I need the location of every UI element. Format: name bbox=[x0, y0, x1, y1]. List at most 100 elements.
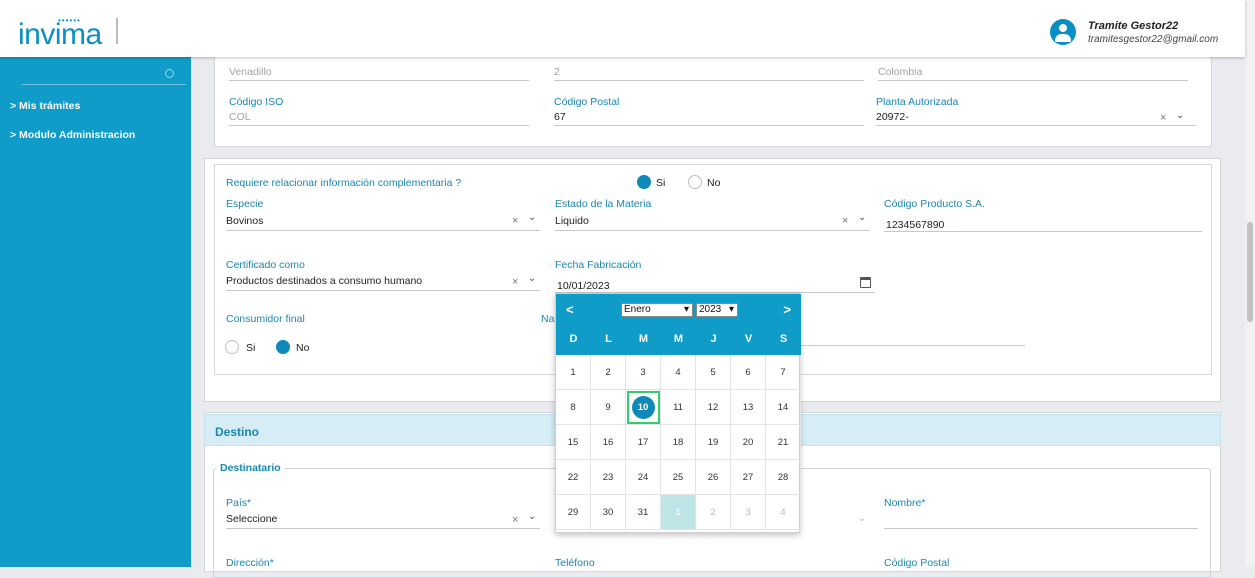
planta-autorizada-label: Planta Autorizada bbox=[876, 96, 959, 108]
codigo-postal-field[interactable]: 67 bbox=[554, 111, 566, 123]
calendar-day[interactable]: 20 bbox=[731, 425, 766, 460]
calendar-day[interactable]: 15 bbox=[556, 425, 591, 460]
certificado-clear-icon[interactable]: × bbox=[512, 276, 518, 288]
calendar-day[interactable]: 24 bbox=[626, 460, 661, 495]
previous-month-icon[interactable]: < bbox=[566, 302, 574, 317]
scrollbar-thumb[interactable] bbox=[1247, 222, 1253, 322]
calendar-day[interactable]: 14 bbox=[766, 390, 801, 425]
sidebar-search-input[interactable] bbox=[22, 65, 186, 85]
calendar-day[interactable]: 10 bbox=[626, 390, 661, 425]
especie-clear-icon[interactable]: × bbox=[512, 215, 518, 227]
weekday-label: V bbox=[744, 333, 753, 345]
especie-label: Especie bbox=[226, 198, 264, 210]
estado-chevron-down-icon[interactable]: ⌄ bbox=[858, 212, 866, 223]
certificado-chevron-down-icon[interactable]: ⌄ bbox=[528, 273, 536, 284]
calendar-day[interactable]: 19 bbox=[696, 425, 731, 460]
pais-chevron-down-icon[interactable]: ⌄ bbox=[528, 511, 536, 522]
estado-materia-label: Estado de la Materia bbox=[555, 198, 652, 210]
weekday-label: M bbox=[638, 333, 649, 345]
codigo-producto-label: Código Producto S.A. bbox=[884, 198, 985, 210]
pais-select[interactable]: Seleccione bbox=[226, 513, 277, 525]
codigo-producto-input[interactable]: 1234567890 bbox=[886, 219, 944, 231]
calendar-day[interactable]: 26 bbox=[696, 460, 731, 495]
fecha-fabricacion-input[interactable]: 10/01/2023 bbox=[557, 280, 610, 292]
calendar-day[interactable]: 7 bbox=[766, 355, 801, 390]
estado-clear-icon[interactable]: × bbox=[842, 215, 848, 227]
date-picker-popup: < Enero ▾ 2023 ▾ > D L M M J V S 123456789… bbox=[555, 293, 801, 533]
calendar-day[interactable]: 11 bbox=[661, 390, 696, 425]
calendar-day[interactable]: 2 bbox=[696, 495, 731, 530]
weekday-label: L bbox=[605, 333, 612, 345]
origin-panel bbox=[214, 52, 1212, 147]
month-select[interactable]: Enero ▾ bbox=[621, 303, 693, 317]
codigo-iso-label: Código ISO bbox=[229, 96, 284, 108]
year-select-value: 2023 bbox=[699, 304, 722, 315]
month-select-value: Enero bbox=[624, 304, 651, 315]
chevron-down-icon[interactable]: ⌄ bbox=[1176, 110, 1184, 121]
calendar-day[interactable]: 27 bbox=[731, 460, 766, 495]
calendar-day[interactable]: 4 bbox=[661, 355, 696, 390]
calendar-day[interactable]: 21 bbox=[766, 425, 801, 460]
calendar-day[interactable]: 23 bbox=[591, 460, 626, 495]
year-select[interactable]: 2023 ▾ bbox=[696, 303, 738, 317]
app-header: invima •••••• Tramite Gestor22 tramitesg… bbox=[0, 0, 1245, 57]
user-name: Tramite Gestor22 bbox=[1088, 20, 1179, 32]
next-month-icon[interactable]: > bbox=[783, 302, 791, 317]
codigo-postal-label: Código Postal bbox=[554, 96, 620, 108]
row1-middle-value: 2 bbox=[554, 66, 560, 78]
calendar-day[interactable]: 3 bbox=[731, 495, 766, 530]
consumidor-no-label: No bbox=[296, 342, 310, 354]
pais-origen-value: Colombia bbox=[878, 66, 923, 78]
calendar-day[interactable]: 6 bbox=[731, 355, 766, 390]
clear-icon[interactable]: × bbox=[1160, 112, 1166, 124]
search-icon[interactable] bbox=[165, 69, 174, 78]
calendar-day[interactable]: 5 bbox=[696, 355, 731, 390]
calendar-day[interactable]: 1 bbox=[556, 355, 591, 390]
especie-select[interactable]: Bovinos bbox=[226, 215, 263, 227]
pais-clear-icon[interactable]: × bbox=[512, 514, 518, 526]
calendar-day[interactable]: 16 bbox=[591, 425, 626, 460]
consumidor-final-label: Consumidor final bbox=[226, 313, 305, 325]
calendar-day[interactable]: 17 bbox=[626, 425, 661, 460]
calendar-icon[interactable] bbox=[860, 277, 871, 288]
weekday-header: D L M M J V S bbox=[556, 324, 801, 355]
planta-autorizada-select[interactable]: 20972- bbox=[876, 111, 909, 123]
complementaria-si-radio[interactable] bbox=[637, 175, 651, 189]
calendar-day[interactable]: 29 bbox=[556, 495, 591, 530]
complementaria-no-label: No bbox=[707, 177, 721, 189]
nombre-label: Nombre* bbox=[884, 497, 926, 509]
calendar-day[interactable]: 2 bbox=[591, 355, 626, 390]
weekday-label: D bbox=[569, 333, 578, 345]
year-dropdown-icon: ▾ bbox=[728, 304, 734, 315]
calendar-day[interactable]: 3 bbox=[626, 355, 661, 390]
consumidor-si-radio[interactable] bbox=[225, 340, 239, 354]
calendar-day[interactable]: 1 bbox=[661, 495, 696, 530]
complementaria-no-radio[interactable] bbox=[688, 175, 702, 189]
user-avatar-icon[interactable] bbox=[1050, 19, 1076, 45]
calendar-day[interactable]: 28 bbox=[766, 460, 801, 495]
destinatario-legend: Destinatario bbox=[216, 462, 285, 474]
consumidor-no-radio[interactable] bbox=[276, 340, 290, 354]
logo-divider bbox=[116, 18, 118, 44]
especie-chevron-down-icon[interactable]: ⌄ bbox=[528, 212, 536, 223]
sidebar-item-mis-tramites[interactable]: > Mis trámites bbox=[10, 100, 80, 112]
estado-materia-select[interactable]: Liquido bbox=[555, 215, 589, 227]
calendar-day[interactable]: 12 bbox=[696, 390, 731, 425]
calendar-day[interactable]: 31 bbox=[626, 495, 661, 530]
weekday-label: M bbox=[673, 333, 684, 345]
calendar-day[interactable]: 18 bbox=[661, 425, 696, 460]
calendar-day[interactable]: 25 bbox=[661, 460, 696, 495]
page-scrollbar[interactable] bbox=[1245, 0, 1255, 567]
certificado-select[interactable]: Productos destinados a consumo humano bbox=[226, 275, 422, 287]
calendar-day[interactable]: 4 bbox=[766, 495, 801, 530]
calendar-day[interactable]: 9 bbox=[591, 390, 626, 425]
telefono-label: Teléfono bbox=[555, 557, 595, 569]
hidden-chevron-down-icon[interactable]: ⌄ bbox=[858, 513, 866, 524]
user-email: tramitesgestor22@gmail.com bbox=[1088, 34, 1219, 45]
calendar-day[interactable]: 8 bbox=[556, 390, 591, 425]
calendar-day[interactable]: 30 bbox=[591, 495, 626, 530]
sidebar-item-modulo-administracion[interactable]: > Modulo Administracion bbox=[10, 129, 135, 141]
calendar-day[interactable]: 22 bbox=[556, 460, 591, 495]
calendar-day[interactable]: 13 bbox=[731, 390, 766, 425]
ciudad-value: Venadillo bbox=[229, 66, 272, 78]
